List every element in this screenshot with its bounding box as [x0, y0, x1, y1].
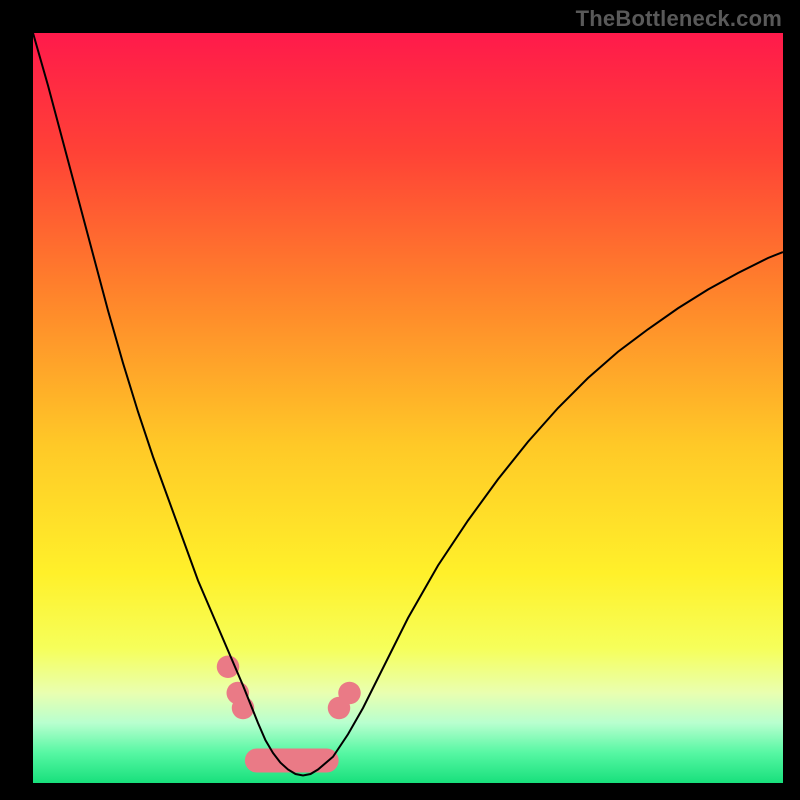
plot-area	[33, 33, 783, 783]
pink-dot	[338, 682, 361, 705]
pink-dot	[232, 697, 255, 720]
main-curve	[33, 33, 783, 776]
chart-stage: TheBottleneck.com	[0, 0, 800, 800]
watermark-text: TheBottleneck.com	[576, 6, 782, 32]
pink-bar	[245, 749, 339, 773]
curve-layer	[33, 33, 783, 783]
